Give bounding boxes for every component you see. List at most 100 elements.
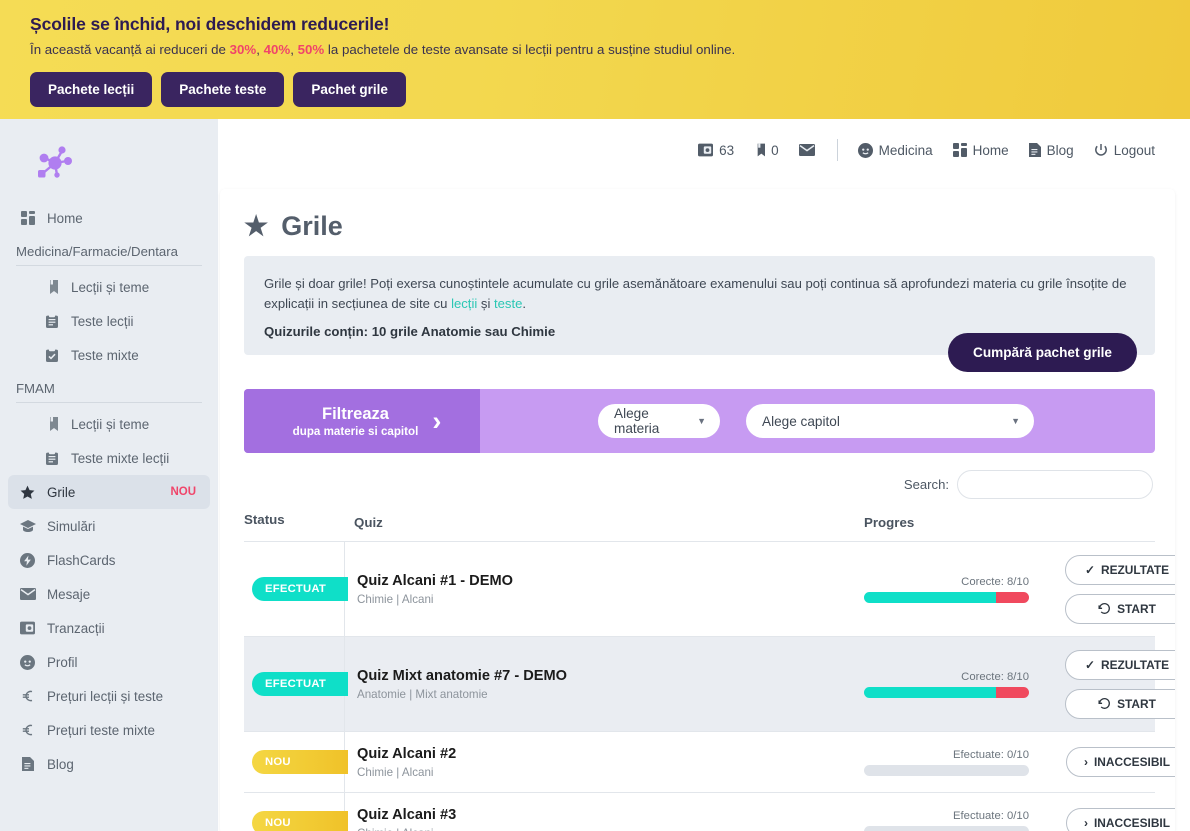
dashboard-icon — [18, 211, 37, 225]
quiz-name[interactable]: Quiz Mixt anatomie #7 - DEMO — [357, 668, 864, 684]
search-input[interactable] — [957, 470, 1153, 499]
topbar-item-blog[interactable]: Blog — [1028, 143, 1074, 158]
sidebar-item-lectii-si-teme-fmam[interactable]: Lecții și teme — [8, 407, 210, 441]
sidebar-item-simulari[interactable]: Simulări — [8, 509, 210, 543]
progress-fill-wrong — [996, 591, 1029, 603]
star-icon: ★ — [244, 211, 269, 241]
promo-pachete-lectii-button[interactable]: Pachete lecții — [30, 72, 153, 107]
sidebar-item-label: Teste lecții — [71, 313, 134, 329]
info-description: Grile și doar grile! Poți exersa cunoști… — [264, 274, 1137, 314]
topbar-item-logout[interactable]: Logout — [1094, 143, 1155, 158]
discount-50: 50% — [297, 42, 325, 57]
sidebar-item-teste-lectii[interactable]: Teste lecții — [8, 304, 210, 338]
cell-progress: Corecte: 8/10 ✓ REZULTATE START — [864, 542, 1175, 636]
quiz-name[interactable]: Quiz Alcani #3 — [357, 807, 864, 823]
status-badge: EFECTUAT — [252, 577, 348, 601]
promo-button-group: Pachete lecții Pachete teste Pachet gril… — [30, 72, 1190, 107]
book-icon — [754, 143, 766, 157]
sidebar-item-label: Lecții și teme — [71, 416, 150, 432]
sidebar-item-label: Simulări — [47, 518, 96, 534]
sidebar-item-flashcards[interactable]: FlashCards — [8, 543, 210, 577]
column-header-status: Status — [244, 512, 285, 527]
chevron-down-icon: ▼ — [697, 416, 706, 426]
sidebar-item-label: Prețuri lecții și teste — [47, 688, 164, 704]
credits-count: 63 — [719, 142, 735, 158]
select-materia[interactable]: Alege materia ▼ — [598, 404, 720, 438]
select-capitol[interactable]: Alege capitol ▼ — [746, 404, 1034, 438]
cell-status: EFECTUAT — [244, 542, 348, 636]
sidebar-item-lectii-si-teme-med[interactable]: Lecții și teme — [8, 270, 210, 304]
rezultate-button[interactable]: ✓ REZULTATE — [1064, 554, 1175, 585]
progress-bar — [864, 686, 1029, 698]
sidebar-item-teste-mixte-lectii[interactable]: Teste mixte lecții — [8, 441, 210, 475]
sidebar-divider-1 — [16, 265, 202, 266]
credits-indicator[interactable]: 63 — [698, 143, 734, 158]
promo-pachet-grile-button[interactable]: Pachet grile — [293, 72, 406, 107]
topbar-item-label: Home — [972, 142, 1009, 158]
power-icon — [1094, 143, 1108, 157]
sidebar-item-teste-mixte[interactable]: Teste mixte — [8, 338, 210, 372]
search-label: Search: — [903, 477, 949, 492]
book-icon — [42, 280, 61, 294]
cell-actions: › INACCESIBIL — [1047, 747, 1175, 777]
logo-wrapper[interactable] — [0, 131, 218, 201]
sidebar-item-label: FlashCards — [47, 552, 116, 568]
rezultate-button[interactable]: ✓ REZULTATE — [1064, 649, 1175, 680]
cell-status: NOU — [244, 793, 348, 831]
sidebar-item-blog[interactable]: Blog — [8, 747, 210, 781]
progress-label: Efectuate: 0/10 — [953, 748, 1029, 761]
info-text-3: . — [522, 295, 527, 311]
inaccesibil-button[interactable]: › INACCESIBIL — [1065, 747, 1175, 777]
sidebar-item-label: Tranzacții — [47, 620, 105, 636]
wallet-icon — [18, 621, 37, 635]
clipboard-check-icon — [42, 348, 61, 362]
user-circle-icon — [857, 142, 873, 158]
inaccesibil-button[interactable]: › INACCESIBIL — [1065, 808, 1175, 831]
sidebar-item-home[interactable]: Home — [8, 201, 210, 235]
cell-quiz: Quiz Mixt anatomie #7 - DEMO Anatomie | … — [344, 637, 864, 731]
cell-quiz: Quiz Alcani #1 - DEMO Chimie | Alcani — [344, 542, 864, 636]
filter-label: Filtreaza dupa materie si capitol › — [244, 389, 480, 453]
topbar-item-home[interactable]: Home — [952, 142, 1009, 158]
sidebar-item-preturi-lectii-teste[interactable]: Prețuri lecții și teste — [8, 679, 210, 713]
quiz-name[interactable]: Quiz Alcani #2 — [357, 746, 864, 762]
page-title-text: Grile — [281, 211, 343, 241]
filter-bar: Filtreaza dupa materie si capitol › Aleg… — [244, 389, 1155, 453]
button-label: START — [1117, 696, 1156, 711]
sidebar-item-tranzactii[interactable]: Tranzacții — [8, 611, 210, 645]
button-label: START — [1117, 601, 1156, 616]
document-icon — [1028, 143, 1041, 157]
lectii-link[interactable]: lecții — [451, 296, 477, 311]
sidebar-group-title-fmam: FMAM — [16, 381, 55, 396]
sidebar-item-label: Prețuri teste mixte — [47, 722, 155, 738]
start-button[interactable]: START — [1064, 688, 1175, 719]
quiz-table: Status Quiz Progres EFECTUAT Quiz Alcani… — [244, 512, 1175, 831]
books-indicator[interactable]: 0 — [754, 143, 779, 158]
sidebar-item-label: Grile — [47, 484, 76, 500]
sidebar-item-preturi-teste-mixte[interactable]: Prețuri teste mixte — [8, 713, 210, 747]
info-text-1: Grile și doar grile! Poți exersa cunoști… — [264, 276, 1127, 311]
sidebar: Home Medicina/Farmacie/Dentara Lecții și… — [0, 119, 218, 831]
clipboard-icon — [42, 451, 61, 465]
sidebar-item-profil[interactable]: Profil — [8, 645, 210, 679]
topbar-item-medicina[interactable]: Medicina — [857, 142, 933, 158]
button-label: REZULTATE — [1101, 657, 1170, 672]
promo-pachete-teste-button[interactable]: Pachete teste — [161, 72, 285, 107]
check-icon: ✓ — [1084, 562, 1096, 577]
sidebar-item-mesaje[interactable]: Mesaje — [8, 577, 210, 611]
sidebar-item-grile[interactable]: Grile NOU — [8, 475, 210, 509]
quiz-meta: Chimie | Alcani — [357, 765, 434, 779]
search-row: Search: — [244, 470, 1155, 499]
teste-link[interactable]: teste — [494, 296, 522, 311]
mail-indicator[interactable] — [798, 144, 815, 156]
star-icon — [18, 485, 37, 500]
table-header: Status Quiz Progres — [244, 512, 1155, 542]
quiz-meta: Anatomie | Mixt anatomie — [357, 687, 488, 701]
check-icon: ✓ — [1084, 657, 1096, 672]
sidebar-divider-2 — [16, 402, 202, 403]
buy-package-button[interactable]: Cumpără pachet grile — [948, 333, 1137, 372]
sidebar-item-label: Lecții și teme — [71, 279, 150, 295]
start-button[interactable]: START — [1064, 593, 1175, 624]
status-badge: NOU — [252, 750, 348, 774]
quiz-name[interactable]: Quiz Alcani #1 - DEMO — [357, 573, 864, 589]
